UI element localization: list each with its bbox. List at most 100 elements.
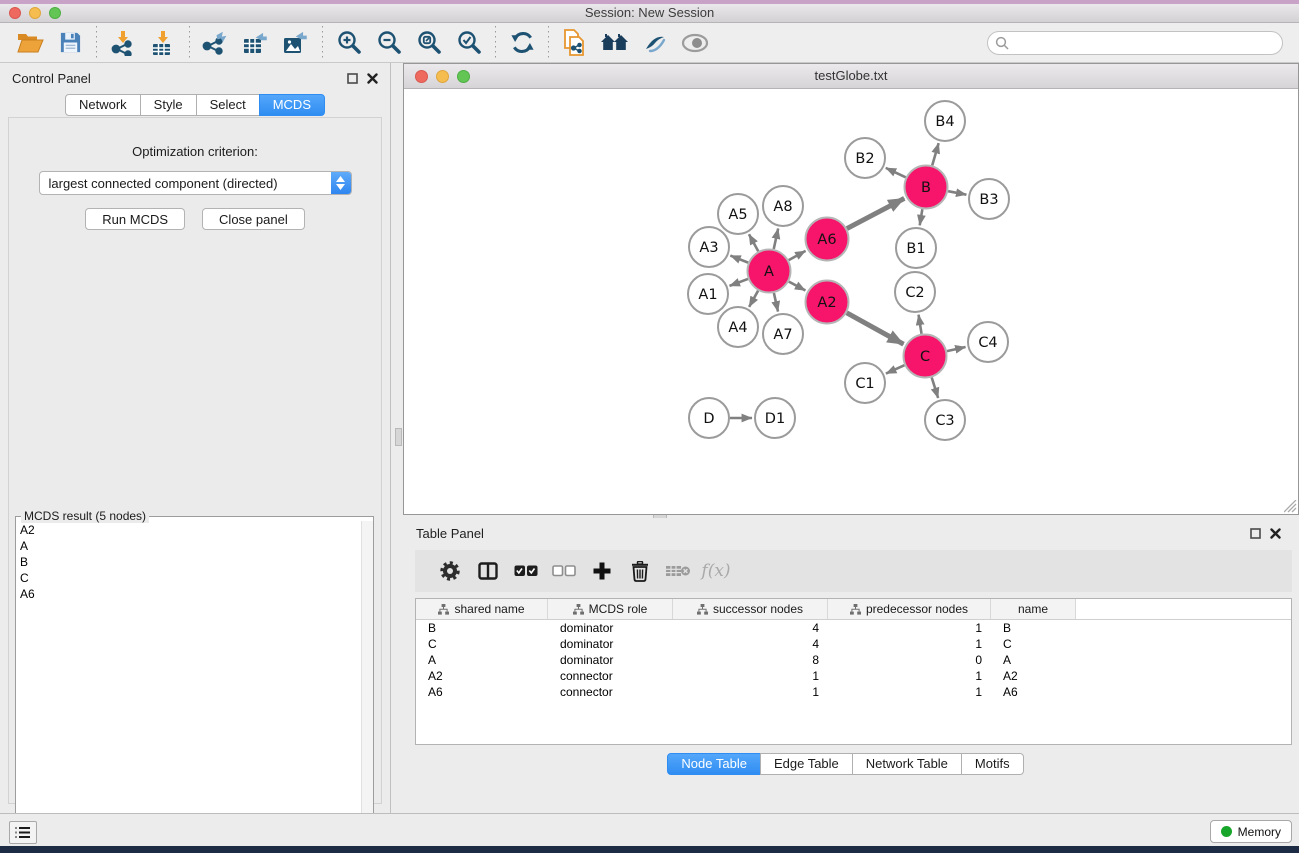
node-D1[interactable]: D1 (755, 398, 795, 438)
select-all-columns-button[interactable] (507, 554, 545, 588)
import-table-button[interactable] (143, 26, 183, 60)
edge-A-A3[interactable] (730, 256, 748, 263)
node-B2[interactable]: B2 (845, 138, 885, 178)
resize-grip[interactable] (1284, 500, 1297, 513)
clone-network-button[interactable] (555, 26, 595, 60)
edge-B-B3[interactable] (948, 191, 966, 194)
tab-edge-table[interactable]: Edge Table (760, 753, 853, 775)
minimize-window-button[interactable] (29, 7, 41, 19)
refresh-network-button[interactable] (502, 26, 542, 60)
node-A2[interactable]: A2 (806, 281, 849, 324)
criterion-dropdown[interactable]: largest connected component (directed) (39, 171, 352, 195)
memory-button[interactable]: Memory (1210, 820, 1292, 843)
node-C[interactable]: C (904, 335, 947, 378)
float-table-panel-icon[interactable] (1250, 528, 1261, 539)
export-network-button[interactable] (196, 26, 236, 60)
tab-network[interactable]: Network (65, 94, 141, 116)
edge-A6-B[interactable] (847, 198, 904, 228)
table-row[interactable]: Adominator80A (416, 652, 1291, 668)
result-scrollbar[interactable] (361, 521, 373, 853)
table-row[interactable]: A2connector11A2 (416, 668, 1291, 684)
column-header-name[interactable]: name (991, 599, 1076, 619)
node-A1[interactable]: A1 (688, 274, 728, 314)
edge-A-A4[interactable] (749, 291, 758, 307)
tab-motifs[interactable]: Motifs (961, 753, 1024, 775)
zoom-window-button[interactable] (49, 7, 61, 19)
node-A6[interactable]: A6 (806, 218, 849, 261)
float-panel-icon[interactable] (347, 73, 358, 84)
close-table-panel-icon[interactable] (1270, 528, 1281, 539)
edge-A-A7[interactable] (774, 293, 778, 312)
node-A3[interactable]: A3 (689, 227, 729, 267)
tab-select[interactable]: Select (196, 94, 260, 116)
node-C1[interactable]: C1 (845, 363, 885, 403)
minimize-network-button[interactable] (436, 70, 449, 83)
save-session-button[interactable] (50, 26, 90, 60)
network-canvas[interactable]: B4 B2 B B3 A8A5 A6 A3 B1 A C2 A1 A2 A4A7 C4 C C1 D D1 C3 (404, 89, 1298, 514)
column-header-successor-nodes[interactable]: successor nodes (673, 599, 828, 619)
add-column-button[interactable] (583, 554, 621, 588)
search-input[interactable] (987, 31, 1283, 55)
zoom-fit-button[interactable] (409, 26, 449, 60)
node-A[interactable]: A (748, 250, 791, 293)
result-item[interactable]: A6 (20, 586, 360, 602)
node-C4[interactable]: C4 (968, 322, 1008, 362)
edge-C-C2[interactable] (919, 315, 922, 334)
mcds-result-list[interactable]: A2ABCA6 (17, 522, 360, 852)
zoom-in-button[interactable] (329, 26, 369, 60)
close-panel-button[interactable]: Close panel (202, 208, 305, 230)
node-A8[interactable]: A8 (763, 186, 803, 226)
hide-graphics-details-button[interactable] (635, 26, 675, 60)
column-header-mcds-role[interactable]: MCDS role (548, 599, 673, 619)
edge-A-A8[interactable] (774, 228, 778, 249)
bird-eye-view-button[interactable] (675, 26, 715, 60)
zoom-out-button[interactable] (369, 26, 409, 60)
node-B4[interactable]: B4 (925, 101, 965, 141)
home-button[interactable] (595, 26, 635, 60)
tab-mcds[interactable]: MCDS (259, 94, 325, 116)
node-B3[interactable]: B3 (969, 179, 1009, 219)
table-row[interactable]: Bdominator41B (416, 620, 1291, 636)
node-A4[interactable]: A4 (718, 307, 758, 347)
edge-B-B4[interactable] (932, 143, 938, 165)
edge-C-C1[interactable] (886, 365, 905, 373)
edge-C-C3[interactable] (932, 377, 938, 398)
node-B1[interactable]: B1 (896, 228, 936, 268)
node-A7[interactable]: A7 (763, 314, 803, 354)
tab-style[interactable]: Style (140, 94, 197, 116)
result-item[interactable]: A (20, 538, 360, 554)
export-image-button[interactable] (276, 26, 316, 60)
vertical-scrollbar-thumb[interactable] (395, 428, 402, 446)
node-C3[interactable]: C3 (925, 400, 965, 440)
column-header-shared-name[interactable]: shared name (416, 599, 548, 619)
node-B[interactable]: B (905, 166, 948, 209)
show-columns-button[interactable] (469, 554, 507, 588)
node-D[interactable]: D (689, 398, 729, 438)
show-task-history-button[interactable] (9, 821, 37, 844)
close-network-button[interactable] (415, 70, 428, 83)
edge-A-A6[interactable] (789, 251, 806, 260)
delete-table-button[interactable] (659, 554, 697, 588)
network-window-titlebar[interactable]: testGlobe.txt (404, 64, 1298, 89)
close-window-button[interactable] (9, 7, 21, 19)
import-network-button[interactable] (103, 26, 143, 60)
edge-B-B1[interactable] (920, 209, 923, 225)
node-A5[interactable]: A5 (718, 194, 758, 234)
delete-columns-button[interactable] (621, 554, 659, 588)
table-row[interactable]: A6connector11A6 (416, 684, 1291, 700)
edge-B-B2[interactable] (886, 168, 906, 177)
table-row[interactable]: Cdominator41C (416, 636, 1291, 652)
zoom-selected-button[interactable] (449, 26, 489, 60)
unselect-all-columns-button[interactable] (545, 554, 583, 588)
open-session-button[interactable] (10, 26, 50, 60)
result-item[interactable]: C (20, 570, 360, 586)
function-builder-button[interactable]: f(x) (697, 554, 735, 588)
result-item[interactable]: B (20, 554, 360, 570)
node-C2[interactable]: C2 (895, 272, 935, 312)
export-table-button[interactable] (236, 26, 276, 60)
run-mcds-button[interactable]: Run MCDS (85, 208, 185, 230)
edge-A2-C[interactable] (847, 313, 904, 344)
tab-node-table[interactable]: Node Table (667, 753, 761, 775)
zoom-network-button[interactable] (457, 70, 470, 83)
edge-A-A1[interactable] (730, 279, 748, 286)
